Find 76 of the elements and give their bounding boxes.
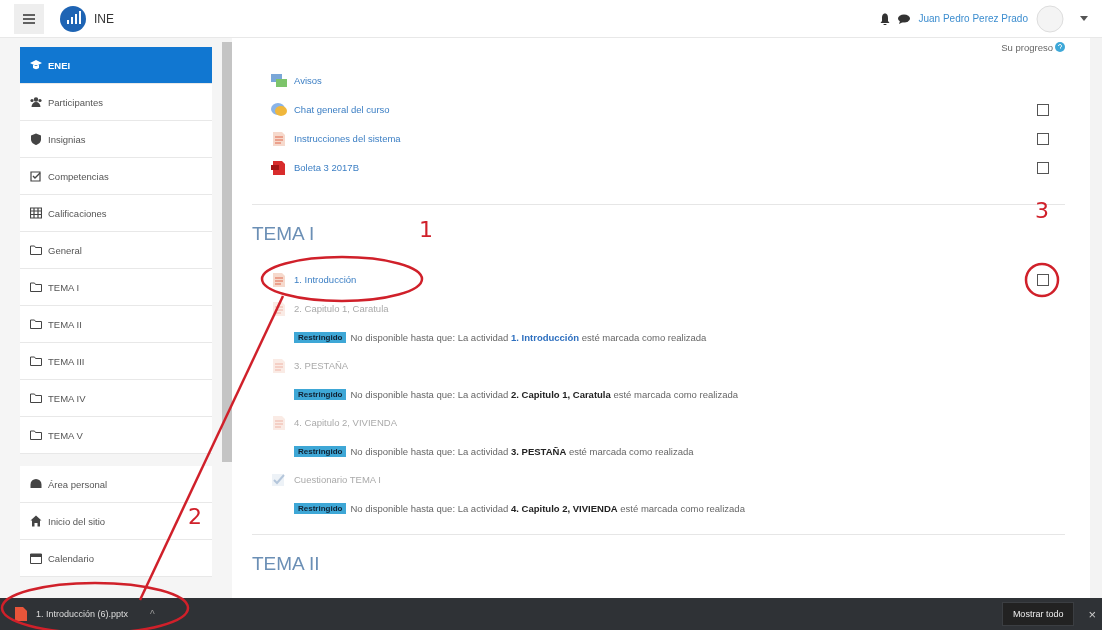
menu-icon bbox=[23, 13, 35, 24]
help-icon[interactable] bbox=[1055, 42, 1065, 52]
document-icon bbox=[270, 357, 288, 374]
folder-icon bbox=[30, 244, 42, 256]
activity-link[interactable]: 1. Introducción bbox=[294, 274, 357, 285]
folder-icon bbox=[30, 429, 42, 441]
caret-icon[interactable] bbox=[1080, 16, 1088, 21]
chat-icon bbox=[270, 101, 288, 118]
restriction-message: No disponible hasta que: La actividad 3. PESTAÑA esté marcada como realizada bbox=[350, 445, 694, 457]
section-title: TEMA I bbox=[252, 223, 315, 245]
activity-link[interactable]: Chat general del curso bbox=[294, 104, 390, 115]
show-all-button[interactable]: Mostrar todo bbox=[1001, 602, 1075, 626]
shield-icon bbox=[30, 133, 42, 145]
home-icon bbox=[30, 515, 42, 527]
calendar-icon bbox=[30, 552, 42, 564]
dashboard-icon bbox=[30, 478, 42, 490]
checklist-icon bbox=[30, 170, 42, 182]
forum-icon bbox=[270, 72, 288, 89]
annotation-number: 2 bbox=[188, 504, 202, 529]
document-icon bbox=[270, 271, 288, 288]
document-icon bbox=[270, 300, 288, 317]
table-icon bbox=[30, 207, 42, 219]
logo-icon[interactable] bbox=[60, 5, 86, 32]
chat-bubble-icon[interactable] bbox=[898, 13, 911, 24]
sidebar-item[interactable]: TEMA I bbox=[20, 269, 213, 306]
restricted-badge: Restringido bbox=[294, 388, 347, 400]
folder-icon bbox=[30, 355, 42, 367]
users-icon bbox=[30, 96, 42, 108]
document-icon bbox=[270, 414, 288, 431]
sidebar-item[interactable]: TEMA V bbox=[20, 417, 213, 454]
sidebar-item[interactable]: TEMA II bbox=[20, 306, 213, 343]
annotation-circle bbox=[1024, 262, 1060, 298]
completion-checkbox[interactable] bbox=[1037, 273, 1049, 286]
document-icon bbox=[270, 130, 288, 147]
restricted-badge: Restringido bbox=[294, 445, 347, 457]
sidebar-item[interactable]: Área personal bbox=[20, 466, 213, 503]
graduation-cap-icon bbox=[30, 59, 42, 71]
sidebar-item[interactable]: Calificaciones bbox=[20, 195, 213, 232]
completion-checkbox[interactable] bbox=[1037, 161, 1049, 174]
site-name[interactable]: INE bbox=[94, 11, 114, 26]
section-title: TEMA II bbox=[252, 553, 320, 575]
sidebar-item[interactable]: General bbox=[20, 232, 213, 269]
completion-checkbox[interactable] bbox=[1037, 103, 1049, 116]
activity-link[interactable]: Instrucciones del sistema bbox=[294, 133, 401, 144]
notification-bell-icon[interactable] bbox=[880, 12, 891, 25]
sidebar-item[interactable]: Calendario bbox=[20, 540, 213, 577]
scrollbar[interactable] bbox=[222, 42, 232, 462]
folder-icon bbox=[30, 392, 42, 404]
annotation-number: 3 bbox=[1035, 198, 1049, 223]
folder-icon bbox=[30, 318, 42, 330]
completion-checkbox[interactable] bbox=[1037, 132, 1049, 145]
restriction-message: No disponible hasta que: La actividad 1. Introducción esté marcada como realizada bbox=[350, 331, 707, 343]
sidebar-item[interactable]: Participantes bbox=[20, 84, 213, 121]
progress-label: Su progreso bbox=[1001, 41, 1053, 53]
sidebar-item[interactable]: Competencias bbox=[20, 158, 213, 195]
folder-icon bbox=[30, 281, 42, 293]
restriction-message: No disponible hasta que: La actividad 2. Capitulo 1, Caratula esté marcada como realizada bbox=[350, 388, 739, 400]
menu-button[interactable] bbox=[14, 3, 44, 34]
sidebar-item[interactable]: TEMA IV bbox=[20, 380, 213, 417]
caret-text[interactable]: ^ bbox=[150, 608, 155, 620]
file-icon bbox=[14, 606, 28, 622]
activity-link[interactable]: Avisos bbox=[294, 75, 322, 86]
pdf-icon bbox=[270, 159, 288, 176]
restricted-badge: Restringido bbox=[294, 331, 347, 343]
user-name-link[interactable]: Juan Pedro Perez Prado bbox=[918, 13, 1028, 24]
sidebar-item[interactable]: Insignias bbox=[20, 121, 213, 158]
restriction-message: No disponible hasta que: La actividad 4. Capitulo 2, VIVIENDA esté marcada como realizada bbox=[350, 502, 745, 514]
close-button[interactable]: × bbox=[1082, 606, 1102, 622]
activity-link[interactable]: Boleta 3 2017B bbox=[294, 162, 359, 173]
quiz-icon bbox=[270, 471, 288, 488]
sidebar-item[interactable]: ENEI bbox=[20, 47, 213, 84]
scrollbar[interactable] bbox=[1090, 38, 1102, 598]
file-name[interactable]: 1. Introducción (6).pptx bbox=[36, 609, 129, 619]
sidebar-item[interactable]: TEMA III bbox=[20, 343, 213, 380]
restricted-badge: Restringido bbox=[294, 502, 347, 514]
annotation-number: 1 bbox=[419, 217, 433, 242]
